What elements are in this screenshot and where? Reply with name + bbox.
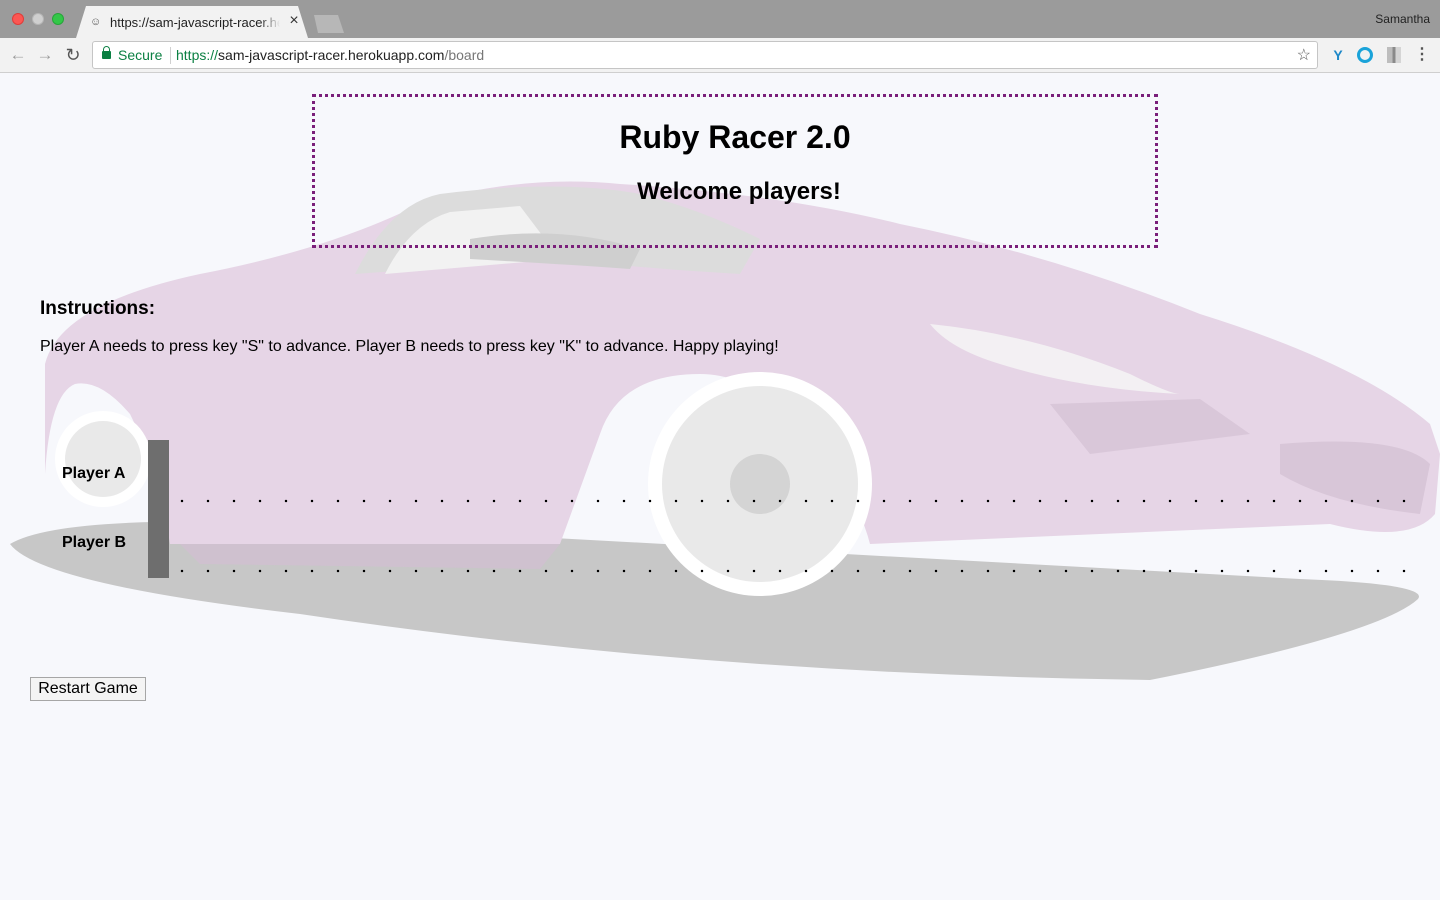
browser-tab-strip: ☺ https://sam-javascript-racer.herokuapp… [0, 0, 1440, 38]
header-box: Ruby Racer 2.0 Welcome players! [312, 94, 1158, 248]
player-b-label: Player B [62, 534, 127, 551]
player-a-track [169, 499, 1409, 503]
browser-tab-active[interactable]: ☺ https://sam-javascript-racer.herokuapp… [76, 6, 308, 38]
instructions-heading: Instructions: [40, 298, 156, 319]
lock-icon [102, 46, 111, 59]
page-favicon-icon: ☺ [90, 16, 102, 28]
address-bar-divider [170, 47, 171, 64]
instructions-text: Player A needs to press key "S" to advan… [40, 338, 779, 355]
bookmark-star-icon[interactable]: ☆ [1297, 45, 1311, 65]
extension-circle-icon[interactable] [1357, 47, 1373, 63]
window-maximize-button[interactable] [52, 13, 64, 25]
browser-menu-icon[interactable]: ⋮ [1413, 46, 1431, 64]
player-b-track [169, 569, 1409, 573]
extension-v-icon[interactable]: Y [1329, 46, 1347, 64]
page-title: Ruby Racer 2.0 [619, 119, 851, 155]
window-close-button[interactable] [12, 13, 24, 25]
security-label: Secure [118, 47, 163, 63]
address-bar[interactable]: Secure https://sam-javascript-racer.hero… [92, 41, 1318, 69]
new-tab-button[interactable] [314, 15, 344, 33]
back-arrow-icon[interactable]: ← [7, 44, 29, 66]
profile-name[interactable]: Samantha [1375, 12, 1430, 26]
player-a-label: Player A [62, 465, 126, 482]
tab-close-icon[interactable]: × [286, 12, 302, 30]
restart-game-button[interactable]: Restart Game [30, 677, 146, 701]
forward-arrow-icon[interactable]: → [34, 44, 56, 66]
tab-title: https://sam-javascript-racer.herokuapp.c… [110, 15, 280, 30]
window-minimize-button[interactable] [32, 13, 44, 25]
start-line-bar [148, 440, 169, 578]
url-text[interactable]: https://sam-javascript-racer.herokuapp.c… [176, 47, 484, 63]
page-body: Ruby Racer 2.0 Welcome players! Instruct… [0, 74, 1440, 900]
page-subtitle: Welcome players! [637, 178, 841, 205]
extension-bars-icon[interactable] [1387, 47, 1401, 63]
browser-toolbar: ← → ↻ Secure https://sam-javascript-race… [0, 38, 1440, 73]
reload-icon[interactable]: ↻ [62, 44, 84, 66]
